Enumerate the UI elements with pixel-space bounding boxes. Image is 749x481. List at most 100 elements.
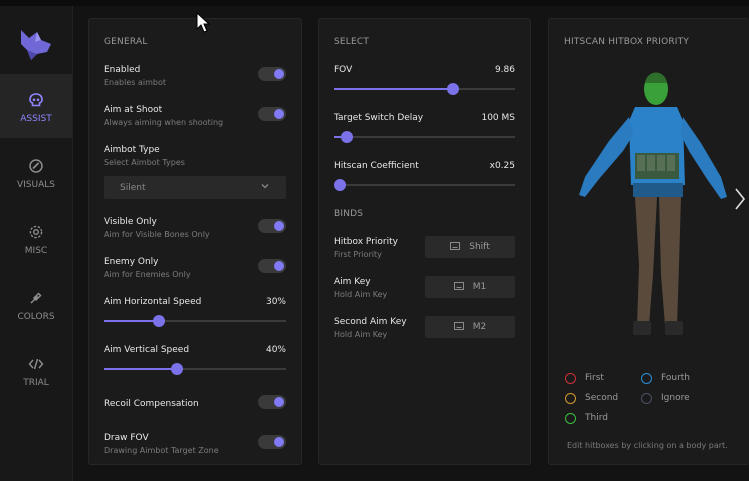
fov-label: FOV	[334, 65, 353, 75]
chevron-down-icon	[261, 184, 269, 189]
slider-fill	[104, 368, 177, 370]
eye-icon	[29, 159, 43, 173]
enabled-row: Enabled Enables aimbot	[104, 65, 286, 87]
enemy-only-row: Enemy Only Aim for Enemies Only	[104, 257, 286, 279]
binds-title: BINDS	[334, 209, 364, 219]
legend-item-first: First	[565, 373, 604, 384]
hitbox-left-arm[interactable]	[579, 117, 633, 197]
legend-item-fourth: Fourth	[641, 373, 690, 384]
switch-delay-slider[interactable]	[334, 131, 515, 143]
sidebar-item-trial[interactable]: TRIAL	[0, 338, 72, 402]
draw-fov-toggle[interactable]	[258, 435, 286, 449]
aim-h-speed-value: 30%	[265, 297, 286, 307]
recoil-toggle[interactable]	[258, 395, 286, 409]
sidebar-item-assist[interactable]: ASSIST	[0, 74, 72, 138]
enabled-sublabel: Enables aimbot	[104, 78, 166, 87]
bind-key-label: M1	[472, 282, 487, 292]
keyboard-icon	[453, 322, 464, 330]
fov-slider[interactable]	[334, 83, 515, 95]
sidebar-item-label: TRIAL	[23, 378, 49, 388]
slider-thumb[interactable]	[152, 315, 165, 327]
aim-h-speed-slider[interactable]	[104, 315, 286, 327]
legend-dot	[565, 413, 576, 424]
aimbot-type-select[interactable]: Silent	[104, 176, 286, 199]
toggle-knob	[274, 437, 284, 447]
aim-v-speed-label: Aim Vertical Speed	[104, 345, 190, 355]
select-panel: SELECT FOV 9.86 Target Switch Delay 100 …	[318, 18, 531, 465]
aim-at-shoot-toggle[interactable]	[258, 107, 286, 121]
gear-icon	[29, 225, 43, 239]
aimbot-type-row: Aimbot Type Select Aimbot Types	[104, 145, 286, 167]
fov-row: FOV 9.86	[334, 65, 515, 95]
sidebar-item-colors[interactable]: COLORS	[0, 272, 72, 336]
legend-dot	[565, 393, 576, 404]
hitscan-slider[interactable]	[334, 179, 515, 191]
legend-item-second: Second	[565, 393, 619, 404]
bind-row-aim-key: Aim Key Hold Aim Key M1	[334, 276, 515, 299]
bind-key-label: Shift	[469, 242, 490, 252]
slider-thumb[interactable]	[340, 131, 353, 143]
visible-only-toggle[interactable]	[258, 219, 286, 233]
eyedropper-icon	[30, 292, 42, 304]
visible-only-row: Visible Only Aim for Visible Bones Only	[104, 217, 286, 239]
legend-dot	[565, 373, 576, 384]
code-icon	[28, 358, 44, 370]
aim-at-shoot-row: Aim at Shoot Always aiming when shooting	[104, 105, 286, 127]
bind-key-label: M2	[472, 322, 487, 332]
bind-key-button[interactable]: M1	[425, 276, 515, 298]
keyboard-icon	[450, 242, 461, 250]
slider-thumb[interactable]	[447, 83, 460, 95]
legend-dot	[641, 373, 652, 384]
general-title: GENERAL	[104, 37, 148, 47]
sidebar-item-label: ASSIST	[20, 114, 52, 124]
toggle-knob	[274, 397, 284, 407]
aimbot-type-sublabel: Select Aimbot Types	[104, 158, 185, 167]
mouse-cursor-icon	[196, 12, 210, 33]
bind-key-button[interactable]: Shift	[425, 236, 515, 258]
switch-delay-value: 100 MS	[481, 113, 515, 123]
legend-item-third: Third	[565, 413, 608, 424]
legend-label: Ignore	[661, 393, 690, 403]
hitbox-right-leg[interactable]	[659, 197, 681, 327]
legend-item-ignore: Ignore	[641, 393, 690, 404]
aim-v-speed-slider[interactable]	[104, 363, 286, 375]
legend-label: Fourth	[661, 373, 690, 383]
hitscan-label: Hitscan Coefficient	[334, 161, 419, 171]
hitbox-title: HITSCAN HITBOX PRIORITY	[564, 37, 690, 47]
hitscan-value: x0.25	[489, 161, 515, 171]
hitbox-panel: HITSCAN HITBOX PRIORITY First Fourth Sec…	[548, 18, 749, 465]
enemy-only-sublabel: Aim for Enemies Only	[104, 270, 191, 279]
skull-icon	[29, 93, 43, 107]
legend-label: Second	[585, 393, 619, 403]
sidebar-item-label: MISC	[24, 246, 48, 256]
legend-dot	[641, 393, 652, 404]
slider-thumb[interactable]	[170, 363, 183, 375]
visible-only-sublabel: Aim for Visible Bones Only	[104, 230, 210, 239]
hitscan-row: Hitscan Coefficient x0.25	[334, 161, 515, 191]
sidebar-item-misc[interactable]: MISC	[0, 206, 72, 270]
aim-v-speed-value: 40%	[265, 345, 286, 355]
character-model[interactable]	[573, 65, 733, 345]
aim-h-speed-label: Aim Horizontal Speed	[104, 297, 202, 307]
chevron-right-icon[interactable]	[733, 187, 747, 211]
slider-fill	[104, 320, 159, 322]
sidebar-item-label: COLORS	[17, 312, 55, 322]
enemy-only-toggle[interactable]	[258, 259, 286, 273]
draw-fov-row: Draw FOV Drawing Aimbot Target Zone	[104, 433, 286, 455]
select-title: SELECT	[334, 37, 370, 47]
hitbox-right-arm[interactable]	[681, 117, 727, 199]
window-top-strip	[0, 0, 749, 6]
sidebar-item-visuals[interactable]: VISUALS	[0, 140, 72, 204]
aim-h-speed-row: Aim Horizontal Speed 30%	[104, 297, 286, 327]
bind-key-button[interactable]: M2	[425, 316, 515, 338]
hitbox-left-leg[interactable]	[635, 197, 657, 327]
aimbot-type-value: Silent	[120, 183, 146, 193]
enabled-toggle[interactable]	[258, 67, 286, 81]
toggle-knob	[274, 221, 284, 231]
general-panel: GENERAL Enabled Enables aimbot Aim at Sh…	[88, 18, 302, 465]
keyboard-icon	[453, 282, 464, 290]
legend-label: Third	[585, 413, 608, 423]
bind-row-hitbox-priority: Hitbox Priority First Priority Shift	[334, 236, 515, 259]
slider-thumb[interactable]	[334, 179, 346, 191]
aimbot-type-label: Aimbot Type	[104, 145, 160, 155]
